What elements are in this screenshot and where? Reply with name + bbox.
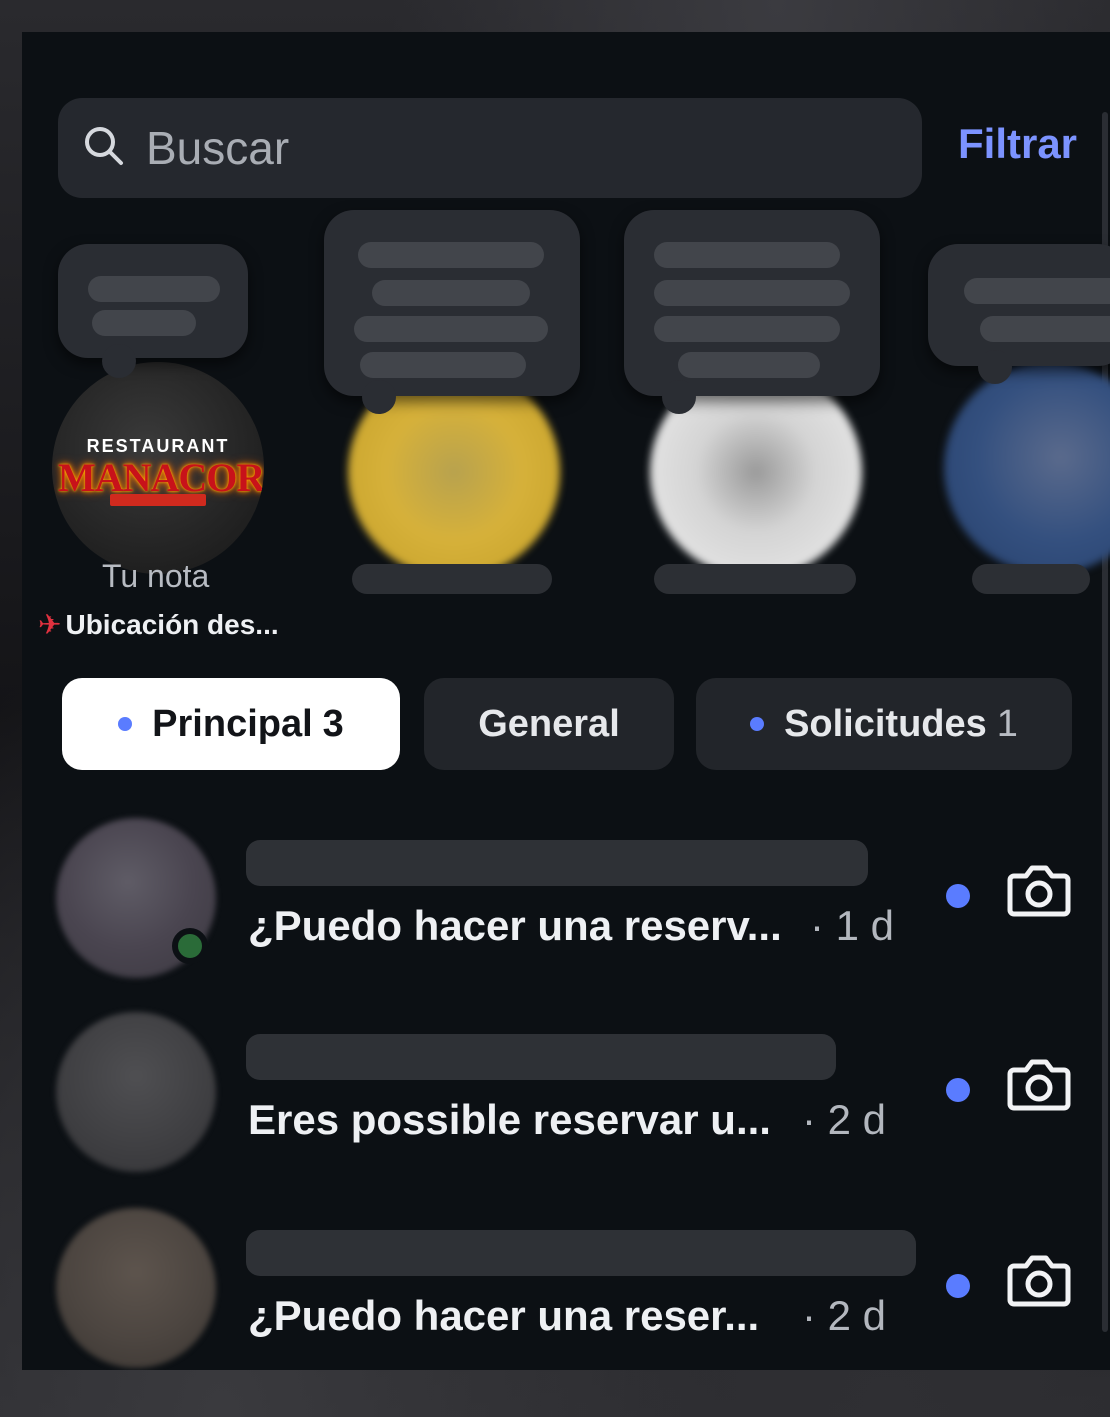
conversation-row[interactable]: Eres possible reservar u... · 2 d [22,1012,1110,1202]
note-bubble[interactable] [324,210,580,414]
note-avatar[interactable] [944,362,1110,574]
tab-principal-label: Principal [152,702,313,745]
unread-dot [750,717,765,731]
tab-solicitudes-label: Solicitudes [784,702,987,745]
camera-icon[interactable] [1006,856,1072,922]
search-icon [82,124,126,173]
unread-dot [946,884,970,908]
pin-icon: ✈ [38,609,62,640]
own-note-bubble[interactable] [58,244,248,378]
conversation-row[interactable]: ¿Puedo hacer una reser... · 2 d [22,1208,1110,1370]
unread-dot [946,1274,970,1298]
contact-name-placeholder [246,840,868,886]
own-note-label: Tu nota [102,558,210,594]
note-name-placeholder [654,564,856,594]
tab-solicitudes-count: 1 [996,702,1018,745]
message-time: · 2 d [802,1292,887,1339]
camera-icon[interactable] [1006,1246,1072,1312]
conversation-row[interactable]: ¿Puedo hacer una reserv... · 1 d [22,818,1110,1008]
online-indicator [172,928,208,964]
search-input[interactable]: Buscar [58,98,922,198]
message-time: · 2 d [802,1096,887,1143]
message-preview: ¿Puedo hacer una reser... [248,1292,760,1339]
unread-dot [946,1078,970,1102]
own-avatar[interactable]: RESTAURANT MANACOR [52,362,264,574]
note-bubble[interactable] [624,210,880,414]
tab-general[interactable]: General [424,678,674,770]
note-name-placeholder [352,564,552,594]
avatar [56,1012,216,1172]
contact-name-placeholder [246,1034,836,1080]
search-placeholder: Buscar [146,122,290,174]
tab-principal[interactable]: Principal 3 [62,678,400,770]
unread-dot [118,717,133,731]
logo-band [110,494,206,506]
camera-icon[interactable] [1006,1050,1072,1116]
tab-principal-count: 3 [322,702,344,745]
own-note-location: ✈ Ubicación des... [38,609,279,640]
inbox-panel: Buscar Filtrar RESTAURANT MANACOR Tu not… [22,32,1110,1370]
note-name-placeholder [972,564,1090,594]
message-preview: Eres possible reservar u... [248,1096,771,1143]
avatar [56,1208,216,1368]
message-time: · 1 d [810,902,895,949]
tab-solicitudes[interactable]: Solicitudes 1 [696,678,1072,770]
filter-button[interactable]: Filtrar [958,120,1077,168]
message-preview: ¿Puedo hacer una reserv... [248,902,782,949]
tab-general-label: General [478,702,620,745]
note-bubble[interactable] [928,244,1110,384]
contact-name-placeholder [246,1230,916,1276]
